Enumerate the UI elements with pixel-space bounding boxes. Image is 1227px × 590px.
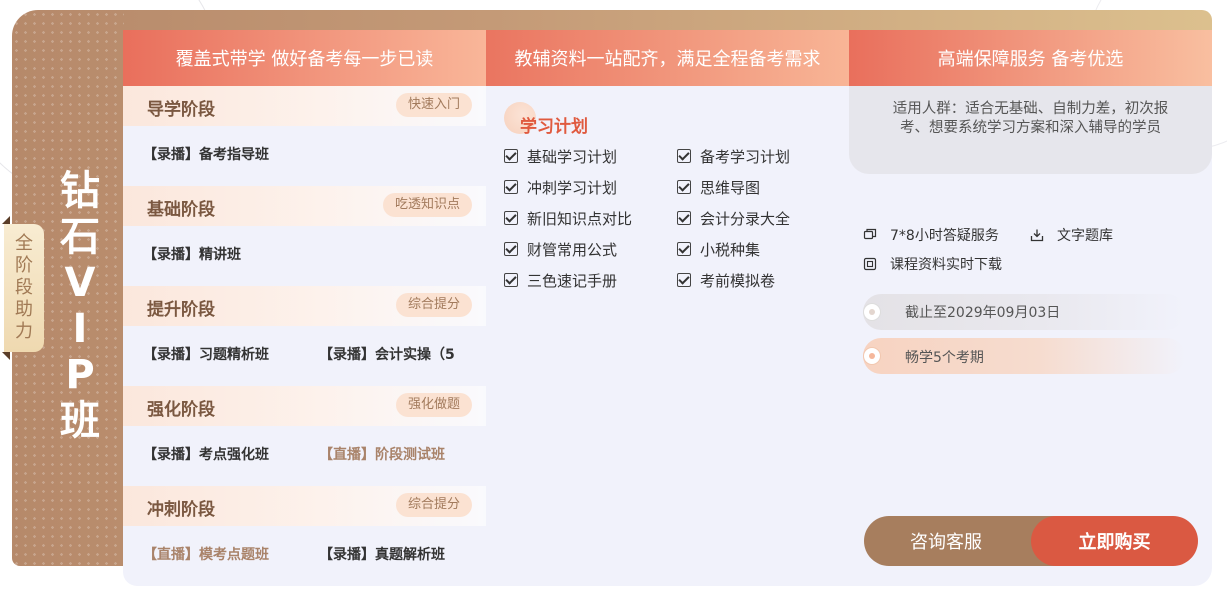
course-link[interactable]: 【录播】会计实操（5: [319, 344, 457, 364]
course-link[interactable]: 【录播】习题精析班: [143, 344, 269, 364]
checkbox-checked-icon: [504, 149, 518, 163]
stage-sprint: 冲刺阶段 综合提分 【直播】模考点题班 【录播】真题解析班: [123, 486, 486, 586]
course-link-live[interactable]: 【直播】阶段测试班: [319, 444, 457, 464]
deadline-text: 截止至2029年09月03日: [905, 305, 1061, 321]
stage-intro: 导学阶段 快速入门 【录播】备考指导班: [123, 86, 486, 186]
plan-item-label: 新旧知识点对比: [527, 209, 633, 228]
checkbox-checked-icon: [504, 242, 518, 256]
service-item-qa: 7*8小时答疑服务: [863, 225, 999, 245]
side-tab-char: 段: [15, 277, 33, 298]
service-item-label: 文字题库: [1057, 228, 1113, 244]
course-link[interactable]: 【录播】真题解析班: [319, 544, 457, 564]
course-link[interactable]: 【录播】考点强化班: [143, 444, 269, 464]
checkbox-checked-icon: [504, 180, 518, 194]
plan-item: 财管常用公式: [504, 239, 617, 259]
period-dot-icon: [863, 347, 881, 365]
plan-item-label: 基础学习计划: [527, 147, 618, 166]
stage-basic: 基础阶段 吃透知识点 【录播】精讲班: [123, 186, 486, 286]
column-header-materials: 教辅资料一站配齐，满足全程备考需求: [486, 30, 849, 86]
stage-tag: 综合提分: [395, 493, 472, 517]
stage-tag: 快速入门: [395, 93, 472, 117]
course-link[interactable]: 【录播】备考指导班: [143, 144, 269, 164]
side-tab-char: 阶: [15, 255, 33, 276]
stage-name: 强化阶段: [147, 400, 215, 420]
column-header-service: 高端保障服务 备考优选: [849, 30, 1212, 86]
download-icon: [1030, 229, 1044, 242]
service-column: 适用人群：适合无基础、自制力差，初次报考、想要系统学习方案和深入辅导的学员 7*…: [849, 86, 1212, 586]
content-panel: 覆盖式带学 做好备考每一步已读 教辅资料一站配齐，满足全程备考需求 高端保障服务…: [123, 30, 1212, 586]
service-item-label: 7*8小时答疑服务: [890, 228, 999, 244]
stage-name: 导学阶段: [147, 100, 215, 120]
service-item-label: 课程资料实时下载: [890, 257, 1002, 273]
checkbox-checked-icon: [504, 273, 518, 287]
plan-item-label: 会计分录大全: [700, 209, 791, 228]
side-tab[interactable]: 全 阶 段 助 力: [2, 216, 44, 360]
plan-item: 三色速记手册: [504, 270, 617, 290]
audience-description: 适用人群：适合无基础、自制力差，初次报考、想要系统学习方案和深入辅导的学员: [849, 86, 1212, 174]
plan-item: 备考学习计划: [677, 146, 790, 166]
stage-name: 基础阶段: [147, 200, 215, 220]
plan-item: 冲刺学习计划: [504, 177, 617, 197]
plan-item: 小税种集: [677, 239, 760, 259]
vip-title: 钻 石 V I P 班: [58, 168, 102, 444]
title-char: 班: [60, 398, 100, 444]
plan-item: 考前模拟卷: [677, 270, 775, 290]
period-text: 畅学5个考期: [905, 350, 984, 366]
study-plan: 学习计划 基础学习计划 备考学习计划 冲刺学习计划 思维导图 新旧知识点对比 会…: [486, 86, 849, 586]
plan-item: 思维导图: [677, 177, 760, 197]
stage-name: 冲刺阶段: [147, 500, 215, 520]
plan-title: 学习计划: [520, 117, 588, 137]
stage-tag: 吃透知识点: [382, 193, 472, 217]
course-link-live[interactable]: 【直播】模考点题班: [143, 544, 269, 564]
checkbox-checked-icon: [677, 242, 691, 256]
plan-item-label: 思维导图: [700, 178, 761, 197]
stage-list: 导学阶段 快速入门 【录播】备考指导班 基础阶段 吃透知识点 【录播】精讲班 提…: [123, 86, 486, 586]
column-header-coaching: 覆盖式带学 做好备考每一步已读: [123, 30, 486, 86]
title-char: I: [72, 306, 88, 352]
chat-icon: [863, 228, 877, 240]
side-tab-char: 助: [15, 299, 33, 320]
plan-item-label: 备考学习计划: [700, 147, 791, 166]
plan-item: 基础学习计划: [504, 146, 617, 166]
document-icon: [863, 257, 877, 271]
service-item-download: 课程资料实时下载: [863, 254, 1002, 274]
title-char: P: [65, 352, 95, 398]
service-item-bank: 文字题库: [1030, 225, 1113, 245]
checkbox-checked-icon: [677, 180, 691, 194]
plan-item-label: 财管常用公式: [527, 240, 618, 259]
checkbox-checked-icon: [677, 211, 691, 225]
checkbox-checked-icon: [677, 273, 691, 287]
buy-button[interactable]: 立即购买: [1031, 516, 1198, 566]
stage-tag: 综合提分: [395, 293, 472, 317]
title-char: V: [64, 260, 96, 306]
title-char: 钻: [60, 168, 100, 214]
side-tab-char: 全: [15, 233, 33, 254]
stage-strengthen: 强化阶段 强化做题 【录播】考点强化班 【直播】阶段测试班: [123, 386, 486, 486]
course-link[interactable]: 【录播】精讲班: [143, 244, 241, 264]
stage-name: 提升阶段: [147, 300, 215, 320]
plan-item-label: 考前模拟卷: [700, 271, 776, 290]
plan-item-label: 冲刺学习计划: [527, 178, 618, 197]
plan-item-label: 三色速记手册: [527, 271, 618, 290]
checkbox-checked-icon: [677, 149, 691, 163]
plan-item-label: 小税种集: [700, 240, 761, 259]
title-char: 石: [60, 214, 100, 260]
stage-tag: 强化做题: [395, 393, 472, 417]
side-tab-char: 力: [15, 321, 33, 342]
stage-advance: 提升阶段 综合提分 【录播】习题精析班 【录播】会计实操（5: [123, 286, 486, 386]
deadline-dot-icon: [863, 303, 881, 321]
plan-item: 新旧知识点对比: [504, 208, 632, 228]
checkbox-checked-icon: [504, 211, 518, 225]
plan-item: 会计分录大全: [677, 208, 790, 228]
